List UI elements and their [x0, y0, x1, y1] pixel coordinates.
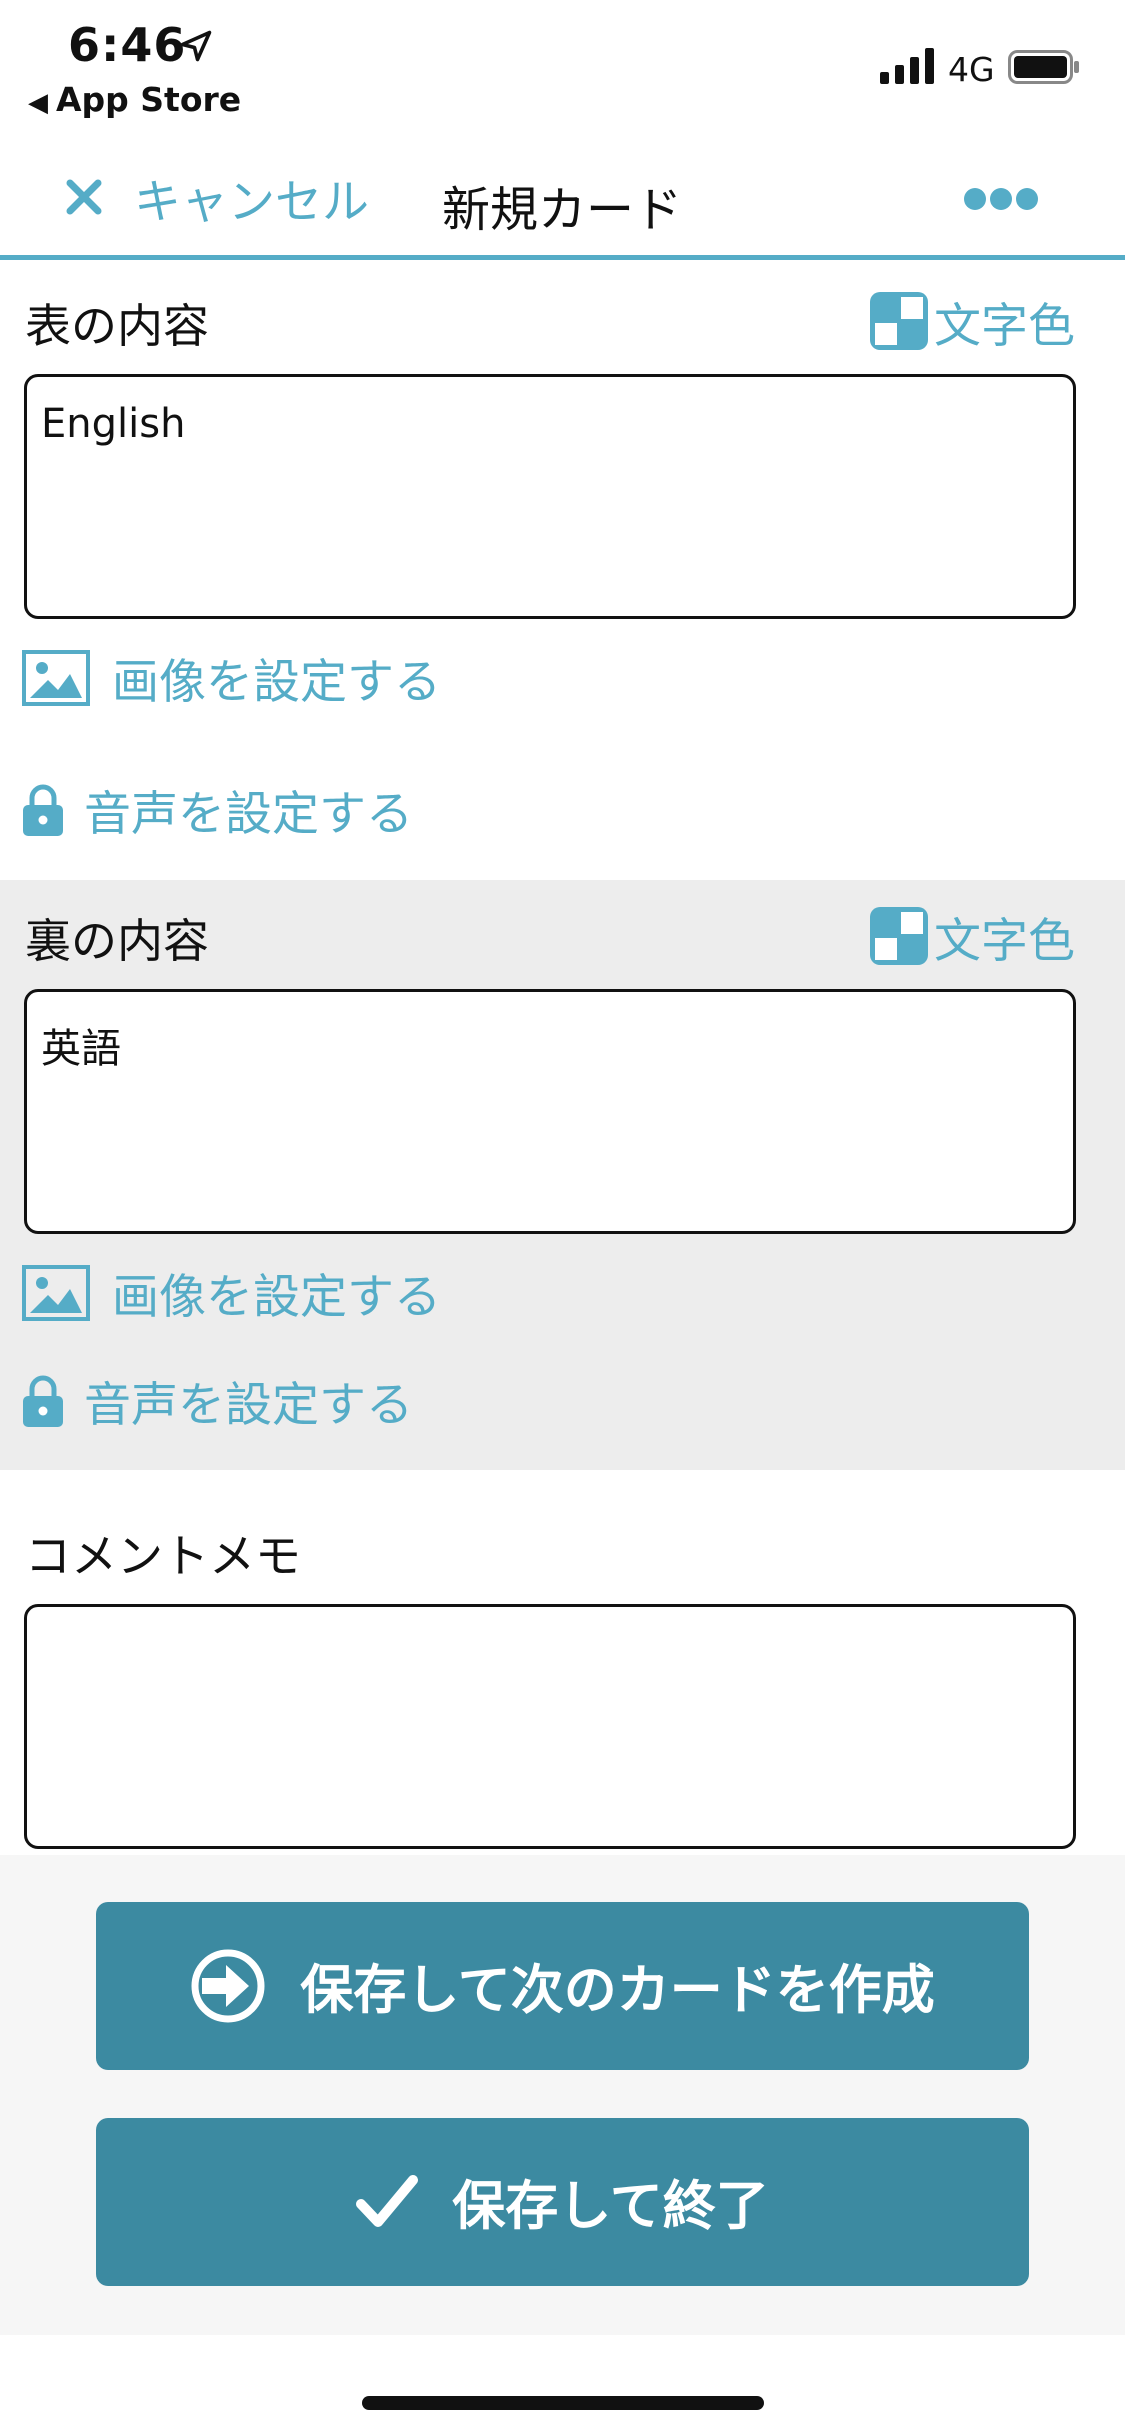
back-content-label: 裏の内容	[25, 914, 209, 968]
status-time: 6:46	[68, 18, 187, 72]
back-set-image-label: 画像を設定する	[112, 1270, 441, 1325]
more-dot-icon	[964, 188, 986, 210]
location-arrow-icon	[180, 30, 212, 62]
lock-icon	[23, 784, 63, 836]
back-set-audio-label: 音声を設定する	[84, 1378, 413, 1433]
page-title: 新規カード	[442, 182, 683, 238]
battery-icon	[1008, 50, 1079, 84]
checkmark-icon	[356, 2175, 419, 2227]
home-indicator[interactable]	[362, 2396, 764, 2410]
front-set-image-label: 画像を設定する	[112, 655, 441, 710]
cellular-signal-icon	[880, 48, 934, 84]
lock-icon	[23, 1375, 63, 1427]
image-icon	[22, 1264, 90, 1321]
back-triangle-icon: ◀	[28, 88, 48, 118]
back-text-color-button[interactable]: 文字色	[870, 906, 1075, 969]
back-app-label: App Store	[56, 80, 242, 119]
text-color-icon	[870, 292, 928, 350]
front-content-label: 表の内容	[25, 299, 209, 353]
close-icon	[66, 179, 102, 215]
front-set-audio-label: 音声を設定する	[84, 787, 413, 842]
more-dot-icon	[1016, 188, 1038, 210]
back-content-input[interactable]: 英語	[24, 989, 1076, 1234]
status-bar: 6:46 ◀ App Store 4G	[0, 0, 1125, 132]
front-content-input[interactable]: English	[24, 374, 1076, 619]
comment-memo-section: コメントメモ	[0, 1470, 1125, 1855]
save-and-exit-button[interactable]: 保存して終了	[96, 2118, 1029, 2286]
back-content-section: 裏の内容 文字色 英語 画像を設定する 音声を設定する	[0, 880, 1125, 1470]
front-set-audio-link[interactable]: 音声を設定する	[22, 775, 413, 844]
navigation-bar: キャンセル 新規カード	[0, 132, 1125, 260]
more-dot-icon	[990, 188, 1012, 210]
save-and-next-label: 保存して次のカードを作成	[300, 1960, 935, 2021]
front-text-color-button[interactable]: 文字色	[870, 291, 1075, 354]
text-color-icon	[870, 907, 928, 965]
back-set-image-link[interactable]: 画像を設定する	[22, 1258, 441, 1327]
comment-memo-label: コメントメモ	[25, 1529, 301, 1583]
action-button-area: 保存して次のカードを作成 保存して終了	[0, 1855, 1125, 2335]
save-and-next-button[interactable]: 保存して次のカードを作成	[96, 1902, 1029, 2070]
back-text-color-label: 文字色	[934, 913, 1075, 969]
back-set-audio-link[interactable]: 音声を設定する	[22, 1366, 413, 1435]
front-set-image-link[interactable]: 画像を設定する	[22, 643, 441, 712]
new-card-screen: 6:46 ◀ App Store 4G キャンセル 新規カード 表の内容 文字色…	[0, 0, 1125, 2436]
save-and-exit-label: 保存して終了	[452, 2176, 769, 2237]
comment-memo-input[interactable]	[24, 1604, 1076, 1849]
cancel-label: キャンセル	[134, 174, 369, 230]
front-text-color-label: 文字色	[934, 298, 1075, 354]
image-icon	[22, 649, 90, 706]
more-options-button[interactable]	[964, 188, 1038, 214]
back-to-app-link[interactable]: ◀ App Store	[28, 80, 241, 119]
network-type: 4G	[948, 50, 995, 89]
arrow-circle-right-icon	[191, 1949, 265, 2023]
cancel-button[interactable]: キャンセル	[64, 164, 369, 230]
front-content-section: 表の内容 文字色 English 画像を設定する 音声を設定する	[0, 265, 1125, 880]
